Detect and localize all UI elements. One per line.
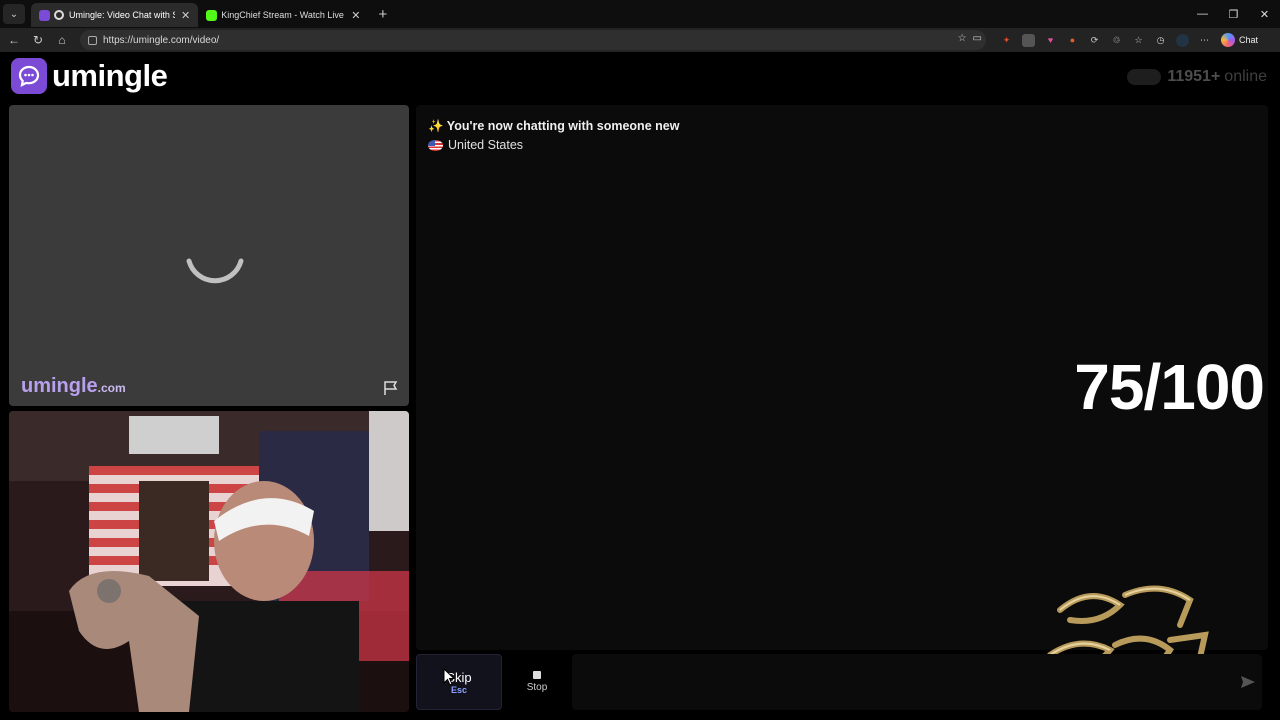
chat-message-input[interactable] — [572, 654, 1262, 710]
more-menu-icon[interactable]: ⋯ — [1198, 34, 1211, 47]
umingle-watermark: umingle.com — [21, 375, 126, 398]
extension-red-icon[interactable]: ✦ — [1000, 34, 1013, 47]
self-webcam-video — [9, 411, 409, 712]
extension-grey-icon[interactable] — [1022, 33, 1035, 47]
back-icon[interactable]: ← — [2, 28, 26, 52]
webcam-frame-image — [9, 411, 409, 712]
online-count: 11951+ — [1167, 68, 1221, 85]
new-tab-button[interactable]: + — [378, 6, 387, 23]
extensions-puzzle-icon[interactable]: ⟳ — [1088, 34, 1101, 47]
chat-bubble-logo-icon — [11, 58, 47, 94]
history-icon[interactable]: ◷ — [1154, 34, 1167, 47]
lock-icon — [88, 35, 97, 45]
favorites-icon[interactable]: ☆ — [1132, 34, 1145, 47]
minimize-icon[interactable]: — — [1187, 0, 1218, 28]
chat-controls: Skip Esc Stop — [416, 652, 1268, 712]
chat-label: Chat — [1239, 35, 1259, 45]
watermark-tld: .com — [97, 381, 126, 395]
kick-favicon-icon — [206, 9, 218, 21]
logo-text: umingle — [52, 58, 168, 93]
umingle-favicon-icon — [39, 9, 50, 21]
skip-shortcut: Esc — [450, 684, 467, 695]
watermark-name: umingle — [21, 375, 98, 397]
close-window-icon[interactable]: ✕ — [1249, 0, 1280, 28]
tab-umingle[interactable]: Umingle: Video Chat with Stra ✕ — [31, 3, 199, 27]
browser-toolbar: ← ↻ ⌂ https://umingle.com/video/ ☆ ▭ ✦ ♥… — [0, 28, 1280, 52]
address-bar[interactable]: https://umingle.com/video/ ☆ ▭ — [80, 30, 986, 50]
stop-button[interactable]: Stop — [509, 654, 565, 710]
tab-title: KingChief Stream - Watch Live on — [221, 10, 346, 20]
loading-spinner-icon — [186, 258, 244, 284]
url-text: https://umingle.com/video/ — [103, 34, 220, 46]
report-flag-icon[interactable] — [383, 380, 399, 396]
window-controls: — ❐ ✕ — [1187, 0, 1280, 28]
stop-label: Stop — [526, 682, 548, 693]
copilot-icon — [1221, 33, 1235, 47]
send-icon[interactable] — [1240, 674, 1256, 690]
tab-actions-menu-button[interactable]: ⌄ — [3, 4, 25, 24]
country-name: United States — [448, 138, 524, 152]
copilot-chat-button[interactable]: Chat — [1221, 33, 1258, 47]
umingle-page: umingle 11951+ online umingle.com ✨ You'… — [0, 52, 1280, 720]
partner-country: United States — [428, 138, 523, 152]
close-tab-icon[interactable]: ✕ — [351, 9, 360, 22]
browser-tab-bar: ⌄ Umingle: Video Chat with Stra ✕ KingCh… — [0, 0, 1280, 28]
camera-permission-icon[interactable]: ▭ — [973, 33, 982, 44]
online-label: online — [1224, 68, 1267, 85]
tab-title: Umingle: Video Chat with Stra — [69, 10, 175, 20]
mouse-cursor-icon — [443, 668, 455, 686]
us-flag-icon — [428, 139, 443, 151]
skip-button[interactable]: Skip Esc — [416, 654, 502, 710]
tab-kingchief[interactable]: KingChief Stream - Watch Live on ✕ — [198, 3, 368, 27]
theme-toggle[interactable] — [1127, 69, 1162, 85]
restore-icon[interactable]: ❐ — [1218, 0, 1249, 28]
browser-essentials-icon[interactable]: ♲ — [1110, 34, 1123, 47]
online-counter: 11951+ online — [1127, 68, 1267, 86]
stranger-video: umingle.com — [9, 105, 409, 406]
favorite-star-icon[interactable]: ☆ — [958, 33, 967, 44]
home-icon[interactable]: ⌂ — [50, 28, 74, 52]
stop-icon — [533, 671, 541, 679]
extension-pink-icon[interactable]: ♥ — [1044, 34, 1057, 47]
site-logo[interactable]: umingle — [11, 58, 168, 94]
system-message: ✨ You're now chatting with someone new — [428, 119, 680, 133]
loading-icon — [54, 10, 64, 20]
profile-avatar-icon[interactable] — [1176, 33, 1189, 47]
reload-icon[interactable]: ↻ — [26, 28, 50, 52]
close-tab-icon[interactable]: ✕ — [181, 9, 190, 22]
extension-orange-icon[interactable]: ● — [1066, 34, 1079, 47]
stream-score-overlay: 75/100 — [1074, 351, 1265, 423]
